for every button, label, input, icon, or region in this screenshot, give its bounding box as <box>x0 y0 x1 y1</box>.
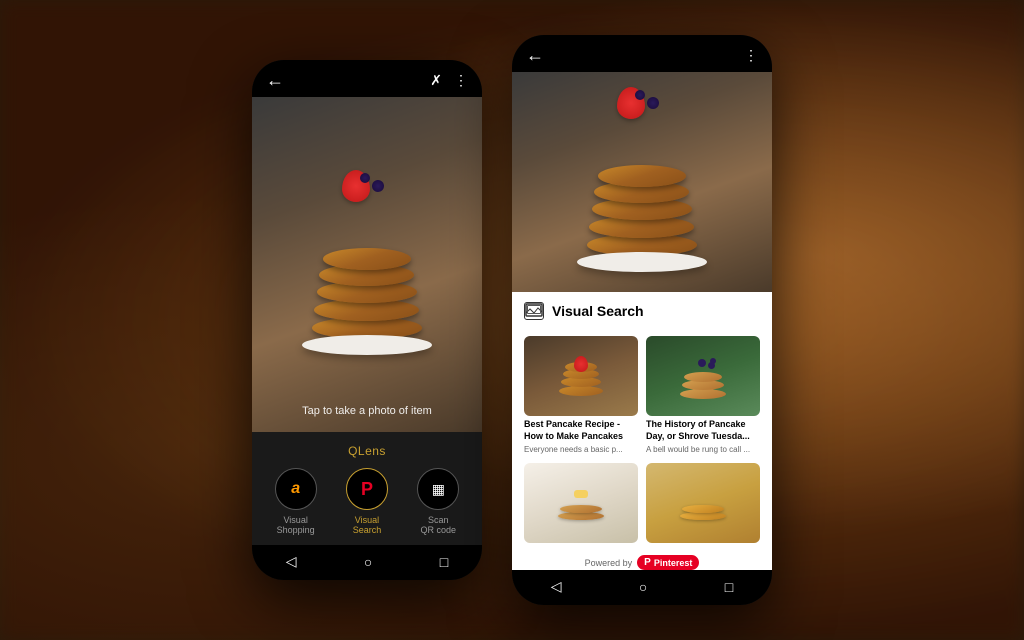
pinterest-icon: P <box>361 479 373 500</box>
flat-pancake-img <box>556 485 606 520</box>
flash-icon[interactable]: ✗ <box>430 72 442 89</box>
blueberry-topping-1 <box>372 180 384 192</box>
left-phone-nav-bar: ◁ ○ □ <box>252 545 482 580</box>
back-button-right[interactable]: ← <box>526 45 544 66</box>
nav-recents-right[interactable]: □ <box>725 579 733 595</box>
nav-home-left[interactable]: ○ <box>364 554 372 570</box>
pinterest-p-icon: P <box>644 557 651 568</box>
visual-search-label: VisualSearch <box>353 515 382 535</box>
qlens-title: QLens <box>260 444 474 458</box>
right-blueberry-1 <box>647 97 659 109</box>
bp-l3 <box>684 372 722 382</box>
fp-l1 <box>558 512 604 520</box>
gp-l1 <box>680 512 726 520</box>
powered-by-text: Powered by <box>585 558 633 568</box>
mp1-l1 <box>559 386 603 396</box>
result-image-3 <box>524 463 638 543</box>
visual-search-title: Visual Search <box>552 303 644 319</box>
right-pancake-layer-5 <box>598 165 686 187</box>
result-title-2: The History of Pancake Day, or Shrove Tu… <box>646 419 760 442</box>
image-search-icon <box>524 302 544 320</box>
more-options-right-icon[interactable]: ⋮ <box>744 47 758 64</box>
nav-back-right[interactable]: ◁ <box>551 578 562 595</box>
top-icons-right: ⋮ <box>744 47 758 64</box>
butter-pat <box>574 490 588 498</box>
mini-pancake-1 <box>556 356 606 396</box>
phone-left: ← ✗ ⋮ Tap to take a photo of item <box>252 60 482 580</box>
amazon-logo: a <box>291 480 300 498</box>
qr-icon-circle: ▦ <box>417 468 459 510</box>
pinterest-badge[interactable]: P Pinterest <box>637 555 699 570</box>
result-item-4[interactable] <box>646 463 760 543</box>
blueberry-topping-2 <box>360 173 370 183</box>
nav-back-left[interactable]: ◁ <box>286 553 297 570</box>
results-grid-bottom <box>524 463 760 543</box>
pancake-layer-5 <box>323 248 411 270</box>
phone-right: ← ⋮ <box>512 35 772 605</box>
left-phone-top-bar: ← ✗ ⋮ <box>252 60 482 97</box>
more-options-icon[interactable]: ⋮ <box>454 72 468 89</box>
result-desc-2: A bell would be rung to call ... <box>646 445 760 455</box>
blueberry-pancake-img <box>678 354 728 399</box>
qlens-bar: QLens a VisualShopping P VisualSearch <box>252 432 482 545</box>
bp-l1 <box>680 389 726 399</box>
result-title-1: Best Pancake Recipe - How to Make Pancak… <box>524 419 638 442</box>
amazon-icon-circle: a <box>275 468 317 510</box>
qlens-visual-shopping[interactable]: a VisualShopping <box>275 468 317 535</box>
results-grid-top: Best Pancake Recipe - How to Make Pancak… <box>524 336 760 455</box>
result-image-1 <box>524 336 638 416</box>
pinterest-name: Pinterest <box>654 558 693 568</box>
qlens-scan-qr[interactable]: ▦ ScanQR code <box>417 468 459 535</box>
visual-shopping-label: VisualShopping <box>277 515 315 535</box>
top-icons-left: ✗ ⋮ <box>430 72 468 89</box>
pancake-illustration-right <box>562 72 722 272</box>
camera-preview-right <box>512 72 772 292</box>
nav-recents-left[interactable]: □ <box>440 554 448 570</box>
results-container: Best Pancake Recipe - How to Make Pancak… <box>512 336 772 549</box>
result-item-1[interactable]: Best Pancake Recipe - How to Make Pancak… <box>524 336 638 455</box>
mp1-strawberry <box>574 356 588 372</box>
visual-search-header: Visual Search <box>512 292 772 326</box>
right-phone-nav-bar: ◁ ○ □ <box>512 570 772 605</box>
right-pancake-plate <box>577 252 707 272</box>
result-desc-1: Everyone needs a basic p... <box>524 445 638 455</box>
bpb1 <box>698 359 706 367</box>
pinterest-icon-circle: P <box>346 468 388 510</box>
search-image-svg <box>525 303 543 319</box>
phones-container: ← ✗ ⋮ Tap to take a photo of item <box>252 35 772 605</box>
right-blueberry-2 <box>635 90 645 100</box>
result-image-4 <box>646 463 760 543</box>
back-button-left[interactable]: ← <box>266 70 284 91</box>
result-item-3[interactable] <box>524 463 638 543</box>
result-item-2[interactable]: The History of Pancake Day, or Shrove Tu… <box>646 336 760 455</box>
bpb3 <box>710 358 716 364</box>
qlens-visual-search[interactable]: P VisualSearch <box>346 468 388 535</box>
golden-pancake-img <box>678 485 728 520</box>
scan-qr-label: ScanQR code <box>421 515 457 535</box>
camera-preview-left[interactable]: Tap to take a photo of item <box>252 97 482 432</box>
qlens-icons: a VisualShopping P VisualSearch ▦ ScanQR… <box>260 468 474 535</box>
result-image-2 <box>646 336 760 416</box>
right-phone-top-bar: ← ⋮ <box>512 35 772 72</box>
pancake-illustration-left <box>287 155 447 355</box>
powered-by-section: Powered by P Pinterest <box>512 549 772 570</box>
qr-code-icon: ▦ <box>432 481 445 498</box>
visual-search-results-panel: Visual Search <box>512 292 772 570</box>
pancake-plate <box>302 335 432 355</box>
tap-to-photo-text: Tap to take a photo of item <box>252 405 482 417</box>
nav-home-right[interactable]: ○ <box>639 579 647 595</box>
